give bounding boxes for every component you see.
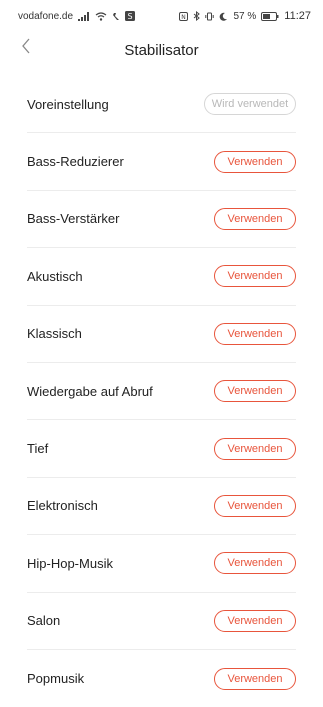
wifi-icon <box>95 11 107 21</box>
nfc-icon: N <box>179 11 189 21</box>
preset-row: Bass-Verstärker Verwenden <box>27 191 296 249</box>
preset-row: Salon Verwenden <box>27 593 296 650</box>
svg-text:N: N <box>182 14 187 21</box>
page-title: Stabilisator <box>124 42 199 59</box>
preset-label: Akustisch <box>27 268 83 284</box>
preset-row: Hip-Hop-Musik Verwenden <box>27 535 296 593</box>
preset-row: Wiedergabe auf Abruf Verwenden <box>27 363 296 421</box>
preset-label: Bass-Verstärker <box>27 211 120 227</box>
status-bar-right: N 57 % 11:27 <box>179 10 311 22</box>
use-preset-button[interactable]: Verwenden <box>214 437 296 460</box>
preset-row: Akustisch Verwenden <box>27 248 296 306</box>
preset-label: Popmusik <box>27 671 85 687</box>
use-preset-button[interactable]: Verwenden <box>214 494 296 517</box>
status-bar-left: vodafone.de S <box>18 10 136 22</box>
preset-label: Voreinstellung <box>27 96 109 112</box>
preset-label: Hip-Hop-Musik <box>27 555 113 571</box>
preset-label: Salon <box>27 613 61 629</box>
use-preset-button[interactable]: Verwenden <box>214 150 296 173</box>
preset-row: Bass-Reduzierer Verwenden <box>27 133 296 191</box>
use-preset-button[interactable]: Verwenden <box>214 322 296 345</box>
vibrate-icon <box>205 12 215 21</box>
use-preset-button[interactable]: Verwenden <box>214 667 296 690</box>
preset-row: Klassisch Verwenden <box>27 306 296 363</box>
preset-label: Tief <box>27 441 49 457</box>
preset-label: Klassisch <box>27 326 82 342</box>
use-preset-button[interactable]: Verwenden <box>214 207 296 230</box>
preset-label: Elektronisch <box>27 498 98 514</box>
use-preset-button[interactable]: Verwenden <box>214 552 296 575</box>
use-preset-button[interactable]: Verwenden <box>214 609 296 632</box>
preset-row: Tief Verwenden <box>27 420 296 478</box>
preset-label: Bass-Reduzierer <box>27 154 124 170</box>
preset-row: Elektronisch Verwenden <box>27 478 296 536</box>
status-bar: vodafone.de S N 57 % 11:27 <box>0 0 323 32</box>
use-preset-button[interactable]: Verwenden <box>214 380 296 403</box>
preset-list: Voreinstellung Wird verwendet Bass-Reduzie… <box>27 76 296 707</box>
svg-text:S: S <box>128 12 133 21</box>
bluetooth-icon <box>193 11 201 21</box>
app-bar: Stabilisator <box>0 32 323 68</box>
phone-icon <box>112 12 120 21</box>
battery-icon <box>261 11 279 21</box>
moon-icon <box>219 12 228 21</box>
clock: 11:27 <box>284 10 311 22</box>
in-use-button: Wird verwendet <box>204 93 296 116</box>
carrier-name: vodafone.de <box>18 10 74 22</box>
preset-label: Wiedergabe auf Abruf <box>27 383 153 399</box>
preset-row: Voreinstellung Wird verwendet <box>27 76 296 134</box>
signal-icon <box>78 11 90 21</box>
preset-row: Popmusik Verwenden <box>27 650 296 707</box>
battery-percent: 57 % <box>233 10 257 22</box>
use-preset-button[interactable]: Verwenden <box>214 265 296 288</box>
notification-icon: S <box>125 11 136 21</box>
